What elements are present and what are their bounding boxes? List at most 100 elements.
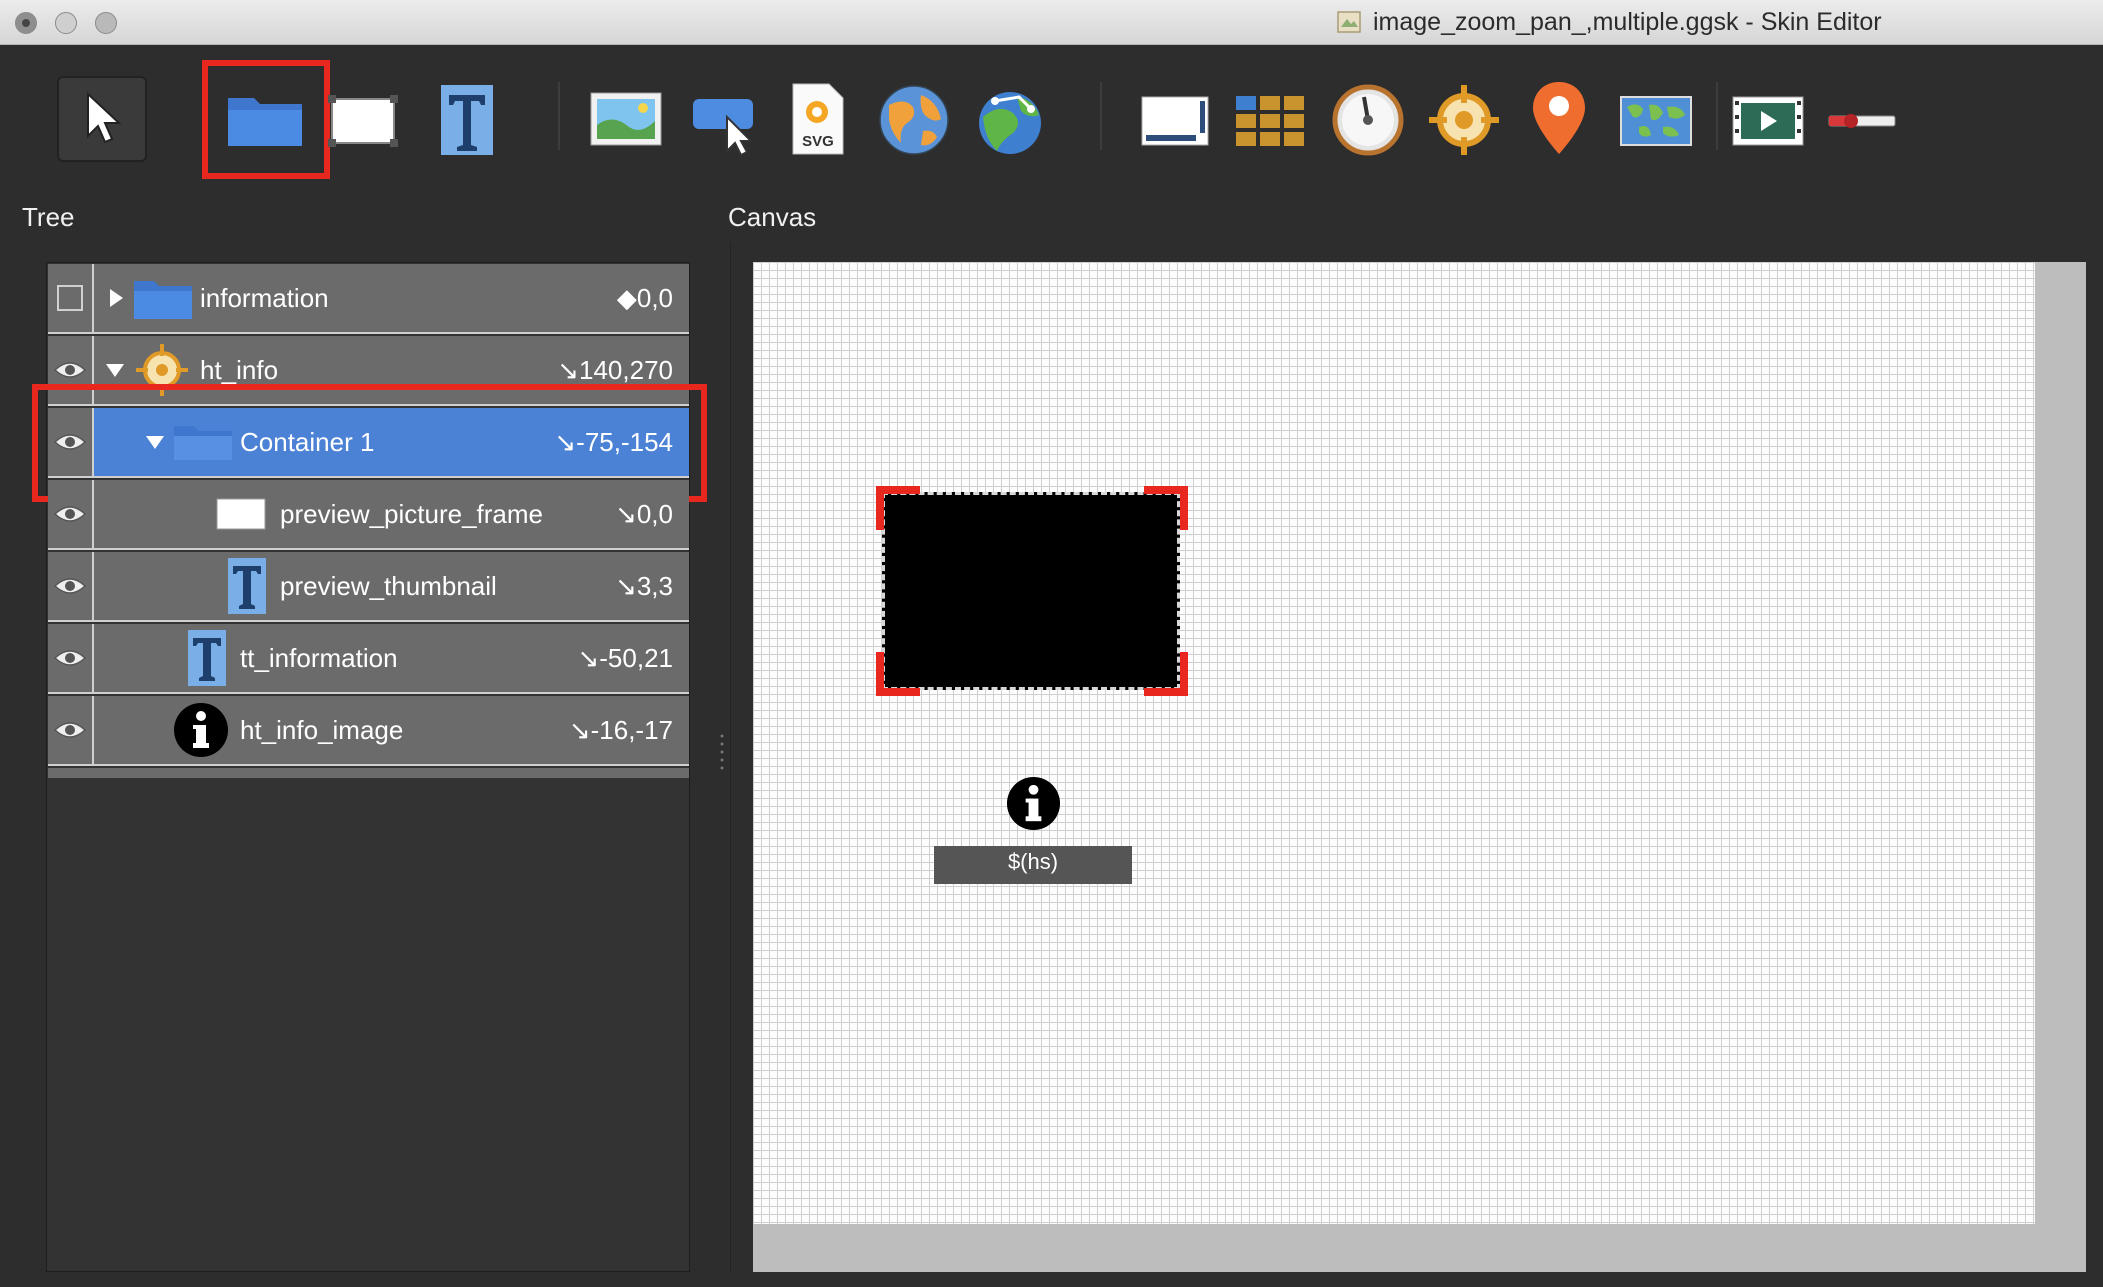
- world-map-icon: [1620, 96, 1692, 146]
- globe-icon: [879, 85, 949, 155]
- zoom-window-button[interactable]: [95, 12, 117, 34]
- svg-tool-button[interactable]: SVG: [784, 78, 850, 160]
- slider-icon: [1828, 114, 1896, 128]
- tree-row-label: Container 1: [240, 427, 375, 457]
- tree-row-label: ht_info: [200, 355, 279, 385]
- tree-row-position: ◆0,0: [616, 283, 673, 313]
- eye-icon: [53, 722, 87, 738]
- hotspot-tooltip-label[interactable]: $(hs): [934, 846, 1132, 884]
- text-t-icon: [188, 630, 226, 686]
- panel-splitter-handle[interactable]: [719, 732, 725, 772]
- grip-icon: [720, 734, 724, 770]
- tree-row-label: preview_picture_frame: [280, 499, 544, 529]
- title-bar: image_zoom_pan_,multiple.ggsk - Skin Edi…: [0, 0, 2103, 45]
- folder-icon: [134, 281, 192, 319]
- folder-icon: [228, 98, 302, 146]
- marker-tool-button[interactable]: [1522, 76, 1596, 160]
- toolbar-separator: [1100, 82, 1102, 150]
- image-icon: [590, 92, 662, 146]
- text-t-icon: [228, 558, 266, 614]
- slider-tool-button[interactable]: [1822, 100, 1902, 140]
- svg-icon: SVG: [792, 83, 844, 155]
- minimize-window-button[interactable]: [55, 12, 77, 34]
- tree-row-label: ht_info_image: [240, 715, 404, 745]
- video-icon: [1732, 96, 1804, 146]
- visibility-toggle[interactable]: [48, 624, 94, 692]
- tree-row-position: ↘0,0: [615, 499, 673, 529]
- tree-row-position: ↘140,270: [557, 355, 673, 385]
- canvas-heading: Canvas: [728, 202, 817, 232]
- rectangle-icon: [328, 95, 398, 147]
- video-tool-button[interactable]: [1728, 86, 1808, 156]
- window-title: image_zoom_pan_,multiple.ggsk - Skin Edi…: [1335, 7, 1882, 37]
- tree-bottom-bar: [48, 768, 689, 778]
- eye-icon: [53, 434, 87, 450]
- tree-row-label: tt_information: [240, 643, 398, 673]
- arrow-cursor-icon: [87, 91, 122, 144]
- collapse-arrow-icon[interactable]: [106, 364, 124, 377]
- map-tool-button[interactable]: [874, 80, 954, 160]
- floorplan-tool-button[interactable]: [1616, 86, 1696, 156]
- visibility-toggle[interactable]: [48, 696, 94, 764]
- container-tool-button[interactable]: [216, 80, 314, 160]
- folder-icon: [174, 426, 232, 460]
- button-tool-button[interactable]: [686, 88, 766, 160]
- scrollarea-icon: [1141, 96, 1209, 146]
- tree-row-position: ↘-50,21: [577, 643, 673, 673]
- selection-handle-top-right[interactable]: [1144, 486, 1188, 530]
- preview-picture-frame-element[interactable]: [882, 492, 1180, 690]
- eye-icon: [53, 362, 87, 378]
- crosshair-icon: [136, 344, 188, 396]
- close-window-button[interactable]: [15, 12, 37, 34]
- info-icon: [174, 703, 228, 757]
- tree-row-container-1[interactable]: Container 1 ↘-75,-154: [48, 408, 689, 478]
- timer-tool-button[interactable]: [1328, 80, 1408, 160]
- visibility-toggle[interactable]: [48, 408, 94, 476]
- eye-icon: [53, 650, 87, 666]
- info-icon[interactable]: [1005, 775, 1062, 832]
- visibility-toggle[interactable]: [48, 336, 94, 404]
- globe-pin-icon: [979, 92, 1041, 154]
- tree-row-position: ↘3,3: [615, 571, 673, 601]
- text-t-icon: [441, 85, 493, 155]
- selection-handle-bottom-left[interactable]: [876, 652, 920, 696]
- grid-cloner-icon: [1236, 96, 1304, 146]
- crosshair-icon: [1429, 85, 1499, 155]
- image-tool-button[interactable]: [586, 86, 666, 152]
- checkbox-empty-icon: [57, 285, 83, 311]
- text-tool-button[interactable]: [432, 78, 502, 162]
- canvas-grid[interactable]: [753, 262, 2035, 1224]
- eye-icon: [53, 506, 87, 522]
- scrollarea-tool-button[interactable]: [1136, 86, 1216, 156]
- hotspot-tool-button[interactable]: [1424, 80, 1504, 160]
- tree-heading: Tree: [22, 202, 75, 232]
- cloner-tool-button[interactable]: [1228, 86, 1312, 156]
- tree-row-position: ↘-16,-17: [568, 715, 673, 745]
- map-pin-globe-tool-button[interactable]: [970, 80, 1050, 160]
- eye-icon: [53, 578, 87, 594]
- map-marker-icon: [1533, 82, 1585, 154]
- tree-row-tt-information[interactable]: tt_information ↘-50,21: [48, 624, 689, 694]
- dial-icon: [1332, 84, 1404, 156]
- tree-row-ht-info-image[interactable]: ht_info_image ↘-16,-17: [48, 696, 689, 766]
- tree-row-preview-thumbnail[interactable]: preview_thumbnail ↘3,3: [48, 552, 689, 622]
- tree-row-label: preview_thumbnail: [280, 571, 497, 601]
- visibility-toggle[interactable]: [48, 552, 94, 620]
- window-title-text: image_zoom_pan_,multiple.ggsk - Skin Edi…: [1373, 7, 1882, 36]
- tree-row-information[interactable]: information ◆0,0: [48, 264, 689, 334]
- document-proxy-icon: [1337, 11, 1361, 33]
- expand-arrow-icon[interactable]: [110, 289, 123, 307]
- rectangle-icon: [216, 498, 266, 530]
- button-cursor-icon: [693, 99, 754, 157]
- tree-row-label: information: [200, 283, 329, 313]
- visibility-toggle[interactable]: [48, 264, 94, 332]
- tree-row-ht-info[interactable]: ht_info ↘140,270: [48, 336, 689, 406]
- collapse-arrow-icon[interactable]: [146, 436, 164, 449]
- visibility-toggle[interactable]: [48, 480, 94, 548]
- selection-handle-bottom-right[interactable]: [1144, 652, 1188, 696]
- selection-handle-top-left[interactable]: [876, 486, 920, 530]
- tree-row-position: ↘-75,-154: [554, 427, 673, 457]
- select-tool-button[interactable]: [57, 76, 147, 162]
- tree-row-preview-picture-frame[interactable]: preview_picture_frame ↘0,0: [48, 480, 689, 550]
- rectangle-tool-button[interactable]: [324, 86, 402, 156]
